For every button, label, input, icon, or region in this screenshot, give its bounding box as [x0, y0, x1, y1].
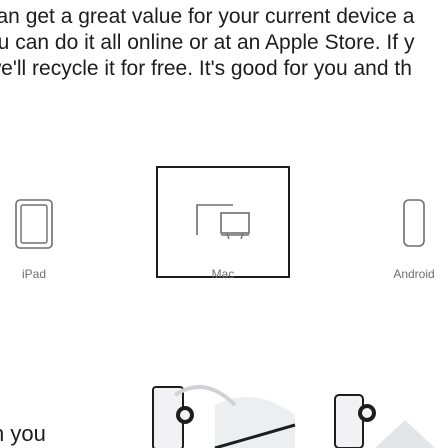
intro-line-1: can get a great value for your current d…: [0, 5, 415, 28]
device-label-android: Android: [393, 267, 435, 281]
device-label-ipad: iPad: [21, 267, 47, 281]
device-option-android[interactable]: Android: [350, 170, 448, 281]
intro-line-3: we'll recycle it for free. It's good for…: [0, 57, 412, 80]
device-option-ipad[interactable]: iPad: [0, 170, 98, 281]
footer-section: n you: [0, 365, 448, 448]
device-lineup-image: [152, 385, 435, 448]
device-label-mac: Mac: [211, 267, 235, 281]
ipad-icon: [15, 199, 53, 249]
intro-paragraph: can get a great value for your current d…: [0, 4, 448, 82]
footer-text: n you: [0, 421, 46, 446]
intro-line-2: ou can do it all online or at an Apple S…: [0, 31, 415, 54]
device-selector: iPad Mac Android: [0, 166, 448, 290]
mac-icon: [196, 204, 250, 239]
android-phone-icon: [403, 199, 425, 247]
device-option-mac[interactable]: Mac: [156, 166, 290, 281]
